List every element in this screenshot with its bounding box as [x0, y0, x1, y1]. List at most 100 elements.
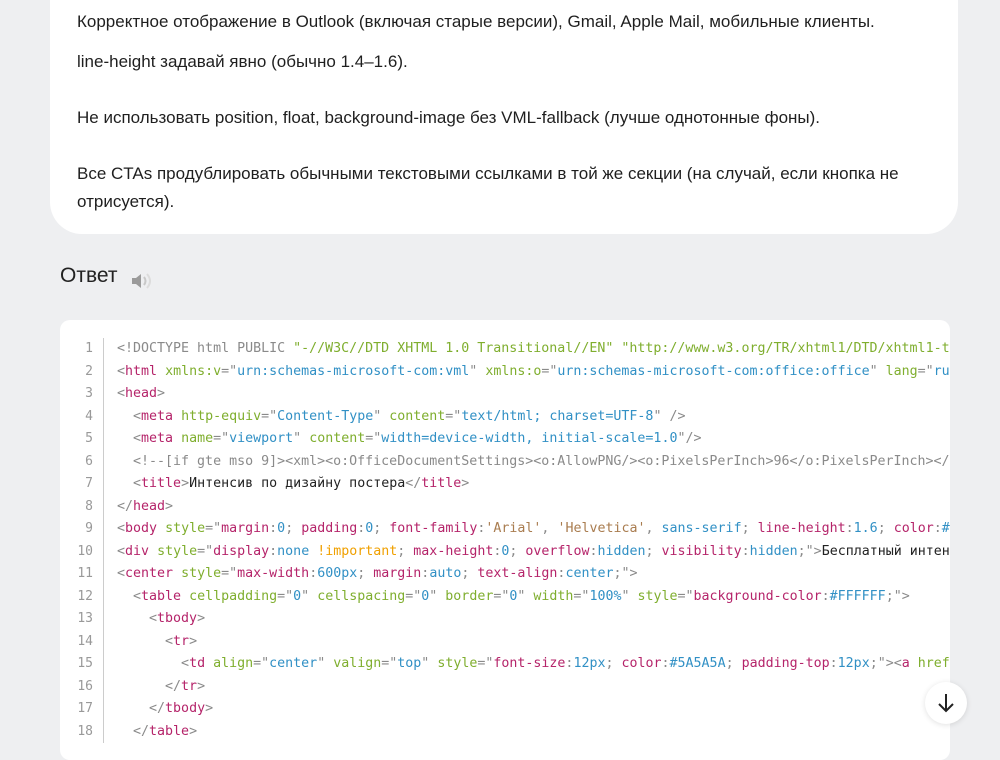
code-token: tbody	[157, 611, 197, 626]
code-text: <meta http-equiv="Content-Type" content=…	[104, 406, 685, 429]
code-token: td	[189, 656, 205, 671]
code-token: </	[117, 499, 133, 514]
code-token: lang	[886, 364, 918, 379]
code-token: meta	[141, 431, 173, 446]
code-token: ;	[605, 656, 621, 671]
code-token: >	[197, 679, 205, 694]
code-token	[157, 521, 165, 536]
code-token: ="	[678, 589, 694, 604]
line-number: 2	[60, 361, 104, 384]
code-token: <!--[if gte mso 9]><xml><o:OfficeDocumen…	[117, 454, 950, 469]
code-token: title	[421, 476, 461, 491]
code-text: <table cellpadding="0" cellspacing="0" b…	[104, 586, 910, 609]
code-token: ;">	[613, 566, 637, 581]
code-token	[149, 544, 157, 559]
code-token: :	[822, 589, 830, 604]
code-token: viewport	[229, 431, 293, 446]
code-token: color	[621, 656, 661, 671]
code-token: align	[213, 656, 253, 671]
code-token: center	[125, 566, 173, 581]
code-token: meta	[141, 409, 173, 424]
code-token: ;">	[798, 544, 822, 559]
code-token: >	[165, 499, 173, 514]
code-token: ;	[742, 521, 758, 536]
code-token: !important	[317, 544, 397, 559]
code-token: ="	[405, 589, 421, 604]
speaker-icon[interactable]	[130, 270, 154, 292]
code-text: <meta name="viewport" content="width=dev…	[104, 428, 701, 451]
code-token: urn:schemas-microsoft-com:vml	[237, 364, 469, 379]
code-token: auto	[429, 566, 461, 581]
code-token: ="	[221, 566, 237, 581]
assistant-message-card: Корректное отображение в Outlook (включа…	[50, 0, 958, 234]
code-token: "-//W3C//DTD XHTML 1.0 Transitional//EN"	[293, 341, 613, 356]
code-token: style	[437, 656, 477, 671]
code-token: center	[565, 566, 613, 581]
code-token	[173, 409, 181, 424]
line-number: 3	[60, 383, 104, 406]
code-token: :	[309, 566, 317, 581]
code-token: <	[117, 611, 157, 626]
code-token: style	[165, 521, 205, 536]
code-token: "	[621, 589, 637, 604]
code-text: <tr>	[104, 631, 197, 654]
code-token: xmlns:v	[165, 364, 221, 379]
code-text: <!--[if gte mso 9]><xml><o:OfficeDocumen…	[104, 451, 950, 474]
code-token: head	[133, 499, 165, 514]
code-token: ="	[221, 364, 237, 379]
code-line: 16 </tr>	[60, 676, 950, 699]
code-token: ,	[541, 521, 557, 536]
code-line: 3<head>	[60, 383, 950, 406]
code-text: <div style="display:none !important; max…	[104, 541, 950, 564]
code-token: html	[125, 364, 157, 379]
code-token: "	[301, 589, 317, 604]
message-paragraph: Все CTAs продублировать обычными текстов…	[77, 160, 937, 216]
code-token: </	[117, 724, 149, 739]
code-token: :	[934, 521, 942, 536]
code-token: href	[918, 656, 950, 671]
code-token: ="	[573, 589, 589, 604]
code-token: tr	[181, 679, 197, 694]
code-token: ="	[381, 656, 397, 671]
code-token: center	[269, 656, 317, 671]
code-token: ="	[477, 656, 493, 671]
line-number: 9	[60, 518, 104, 541]
code-token: <	[117, 589, 141, 604]
code-token: " />	[653, 409, 685, 424]
code-token: ru	[934, 364, 950, 379]
code-token: <	[117, 521, 125, 536]
code-token: width	[533, 589, 573, 604]
code-token: 0	[293, 589, 301, 604]
code-token: padding-top	[742, 656, 830, 671]
code-token	[181, 589, 189, 604]
code-token: margin	[221, 521, 269, 536]
code-token: </	[117, 679, 181, 694]
code-token: :	[662, 656, 670, 671]
code-token: color	[894, 521, 934, 536]
code-line: 9<body style="margin:0; padding:0; font-…	[60, 518, 950, 541]
scroll-down-button[interactable]	[925, 682, 967, 724]
code-line: 2<html xmlns:v="urn:schemas-microsoft-co…	[60, 361, 950, 384]
code-token: 100%	[589, 589, 621, 604]
code-token: body	[125, 521, 157, 536]
code-text: <center style="max-width:600px; margin:a…	[104, 563, 638, 586]
code-token: ;	[285, 521, 301, 536]
code-token: line-height	[758, 521, 846, 536]
code-token: >	[157, 386, 165, 401]
code-line: 11<center style="max-width:600px; margin…	[60, 563, 950, 586]
line-number: 13	[60, 608, 104, 631]
code-token: "	[517, 589, 533, 604]
code-token: <	[117, 544, 125, 559]
code-token: ="	[918, 364, 934, 379]
code-token: "/>	[677, 431, 701, 446]
code-token: ="	[493, 589, 509, 604]
code-token: hidden	[750, 544, 798, 559]
code-text: <head>	[104, 383, 165, 406]
code-token	[205, 656, 213, 671]
code-token: xmlns:o	[485, 364, 541, 379]
code-token: >	[189, 724, 197, 739]
code-token: <!DOCTYPE html PUBLIC	[117, 341, 293, 356]
code-token: >	[205, 701, 213, 716]
code-token: "	[429, 589, 445, 604]
code-token: border	[445, 589, 493, 604]
